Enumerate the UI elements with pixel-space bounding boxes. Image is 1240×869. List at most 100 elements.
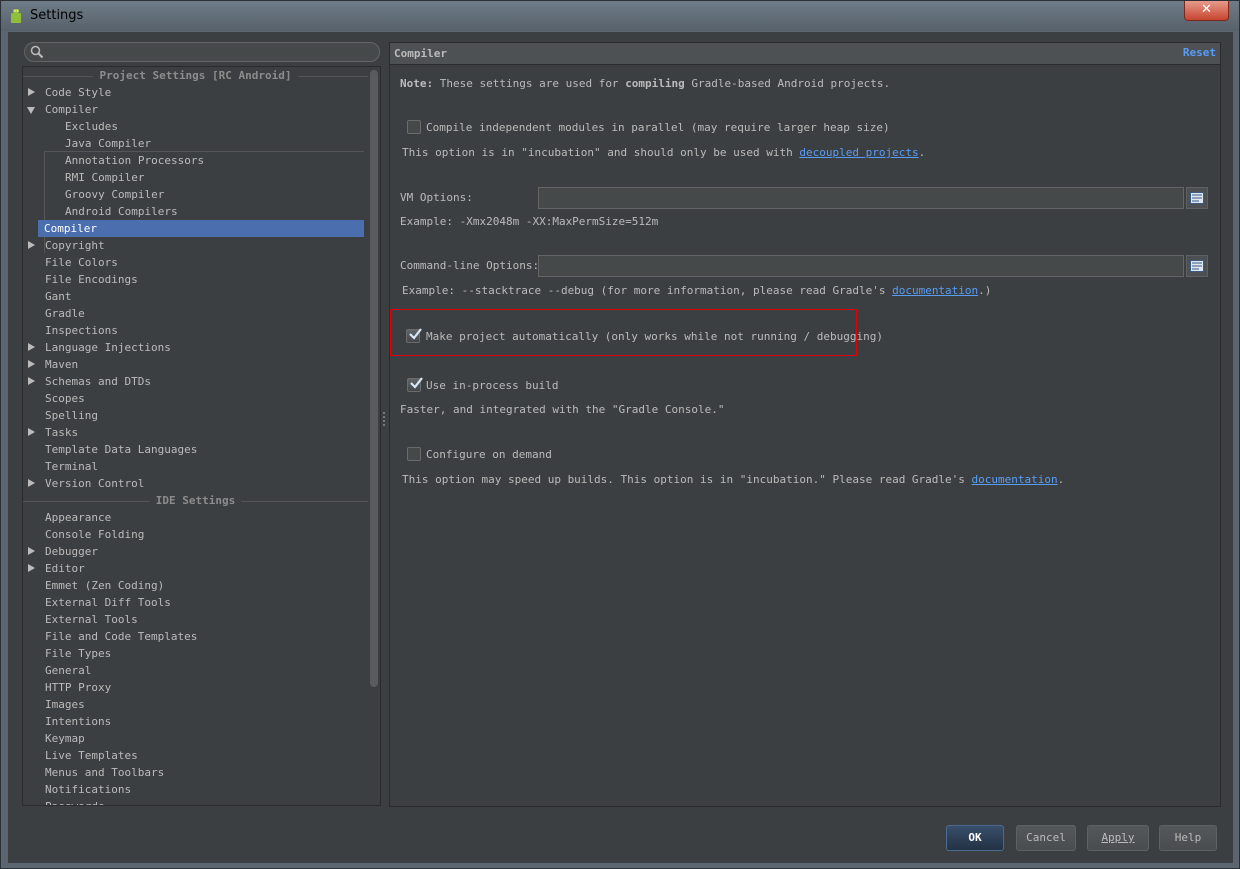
collapsed-arrow-icon[interactable]	[28, 428, 35, 436]
title-bar[interactable]: Settings ✕	[1, 1, 1239, 31]
tree-item-gradle[interactable]: Gradle	[23, 305, 368, 322]
parallel-label[interactable]: Compile independent modules in parallel …	[426, 121, 890, 134]
note-pre: These settings are used for	[439, 77, 619, 90]
cmd-options-expand-button[interactable]	[1186, 255, 1208, 277]
cmd-doc-suffix: .)	[978, 284, 992, 297]
collapsed-arrow-icon[interactable]	[28, 377, 35, 385]
tree-item-tasks[interactable]: Tasks	[23, 424, 368, 441]
incubation-text: This option is in "incubation" and shoul…	[402, 146, 925, 159]
tree-item-file-colors[interactable]: File Colors	[23, 254, 368, 271]
tree-item-maven[interactable]: Maven	[23, 356, 368, 373]
tree-item-debugger[interactable]: Debugger	[23, 543, 368, 560]
tree-item-images[interactable]: Images	[23, 696, 368, 713]
panel-splitter-handle[interactable]	[382, 412, 386, 430]
tree-item-label: Notifications	[45, 783, 132, 796]
apply-button[interactable]: Apply	[1087, 825, 1149, 851]
checkmark-icon	[410, 377, 423, 389]
settings-tree-panel: Project Settings [RC Android] Code Style C…	[22, 66, 381, 806]
tree-item-terminal[interactable]: Terminal	[23, 458, 368, 475]
tree-scroll-thumb[interactable]	[370, 70, 378, 687]
tree-item-inspections[interactable]: Inspections	[23, 322, 368, 339]
tree-item-live-templates[interactable]: Live Templates	[23, 747, 368, 764]
tree-item-excludes[interactable]: Excludes	[23, 118, 368, 135]
help-button[interactable]: Help	[1159, 825, 1217, 851]
search-input[interactable]	[47, 44, 373, 60]
on-demand-documentation-link[interactable]: documentation	[972, 473, 1058, 486]
tree-item-version-control[interactable]: Version Control	[23, 475, 368, 492]
tree-item-language-injections[interactable]: Language Injections	[23, 339, 368, 356]
collapsed-arrow-icon[interactable]	[28, 360, 35, 368]
cancel-button[interactable]: Cancel	[1016, 825, 1076, 851]
collapsed-arrow-icon[interactable]	[28, 564, 35, 572]
tree-item-spelling[interactable]: Spelling	[23, 407, 368, 424]
tree-item-http-proxy[interactable]: HTTP Proxy	[23, 679, 368, 696]
tree-item-compiler[interactable]: Compiler	[23, 101, 368, 118]
collapsed-arrow-icon[interactable]	[28, 241, 35, 249]
tree-item-editor[interactable]: Editor	[23, 560, 368, 577]
tree-item-console-folding[interactable]: Console Folding	[23, 526, 368, 543]
tree-item-file-types[interactable]: File Types	[23, 645, 368, 662]
expanded-arrow-icon[interactable]	[27, 107, 35, 114]
tree-item-appearance[interactable]: Appearance	[23, 509, 368, 526]
on-demand-label[interactable]: Configure on demand	[426, 448, 552, 461]
reset-link[interactable]: Reset	[1183, 46, 1216, 59]
tree-item-menus-and-toolbars[interactable]: Menus and Toolbars	[23, 764, 368, 781]
cmd-options-input[interactable]	[538, 255, 1184, 277]
tree-item-label: General	[45, 664, 92, 677]
tree-item-gant[interactable]: Gant	[23, 288, 368, 305]
tree-item-label: Groovy Compiler	[65, 188, 165, 201]
in-process-checkbox[interactable]	[407, 377, 423, 392]
tree-item-copyright[interactable]: Copyright	[23, 237, 368, 254]
tree-item-groovy-compiler[interactable]: Groovy Compiler	[23, 186, 368, 203]
tree-item-template-data-languages[interactable]: Template Data Languages	[23, 441, 368, 458]
ide-settings-header: IDE Settings	[23, 492, 368, 509]
tree-item-label: Live Templates	[45, 749, 138, 762]
note-text: Note: These settings are used for compil…	[400, 77, 890, 90]
tree-item-label: Console Folding	[45, 528, 145, 541]
cmd-documentation-link[interactable]: documentation	[892, 284, 978, 297]
on-demand-checkbox[interactable]	[407, 447, 421, 461]
tree-item-file-encodings[interactable]: File Encodings	[23, 271, 368, 288]
tree-item-general[interactable]: General	[23, 662, 368, 679]
collapsed-arrow-icon[interactable]	[28, 343, 35, 351]
tree-item-label: Appearance	[45, 511, 112, 524]
decoupled-projects-link[interactable]: decoupled projects	[799, 146, 918, 159]
tree-item-android-compilers[interactable]: Android Compilers	[23, 203, 368, 220]
tree-item-passwords[interactable]: Passwords	[23, 798, 368, 805]
tree-item-scopes[interactable]: Scopes	[23, 390, 368, 407]
tree-item-schemas-and-dtds[interactable]: Schemas and DTDs	[23, 373, 368, 390]
tree-item-rmi-compiler[interactable]: RMI Compiler	[23, 169, 368, 186]
on-demand-desc: This option may speed up builds. This op…	[402, 473, 1064, 486]
collapsed-arrow-icon[interactable]	[28, 88, 35, 96]
tree-item-intentions[interactable]: Intentions	[23, 713, 368, 730]
tree-item-annotation-processors[interactable]: Annotation Processors	[23, 152, 368, 169]
close-button[interactable]: ✕	[1184, 1, 1229, 21]
compiler-settings-panel: Compiler Reset Note: These settings are …	[389, 42, 1221, 807]
tree-item-keymap[interactable]: Keymap	[23, 730, 368, 747]
tree-item-external-tools[interactable]: External Tools	[23, 611, 368, 628]
cmd-options-label: Command-line Options:	[400, 259, 540, 272]
tree-scrollbar[interactable]	[369, 68, 380, 805]
tree-item-emmet-zen-coding[interactable]: Emmet (Zen Coding)	[23, 577, 368, 594]
tree-item-label: Keymap	[45, 732, 85, 745]
collapsed-arrow-icon[interactable]	[28, 547, 35, 555]
tree-item-external-diff-tools[interactable]: External Diff Tools	[23, 594, 368, 611]
settings-search[interactable]	[24, 42, 380, 62]
on-demand-doc-suffix: .	[1057, 473, 1065, 486]
collapsed-arrow-icon[interactable]	[28, 479, 35, 487]
vm-options-expand-button[interactable]	[1186, 187, 1208, 209]
ide-settings-header-label: IDE Settings	[149, 494, 242, 507]
make-auto-label[interactable]: Make project automatically (only works w…	[426, 330, 883, 343]
tree-item-file-and-code-templates[interactable]: File and Code Templates	[23, 628, 368, 645]
tree-item-compiler[interactable]: Compiler	[38, 220, 364, 237]
in-process-label[interactable]: Use in-process build	[426, 379, 558, 392]
tree-item-java-compiler[interactable]: Java Compiler	[23, 135, 368, 152]
tree-item-notifications[interactable]: Notifications	[23, 781, 368, 798]
make-auto-checkbox[interactable]	[406, 328, 422, 343]
parallel-checkbox[interactable]	[407, 120, 421, 134]
tree-item-code-style[interactable]: Code Style	[23, 84, 368, 101]
tree-item-label: Copyright	[45, 239, 105, 252]
ok-button[interactable]: OK	[946, 825, 1004, 851]
vm-options-input[interactable]	[538, 187, 1184, 209]
incubation-desc: This option is in "incubation" and shoul…	[402, 146, 793, 159]
